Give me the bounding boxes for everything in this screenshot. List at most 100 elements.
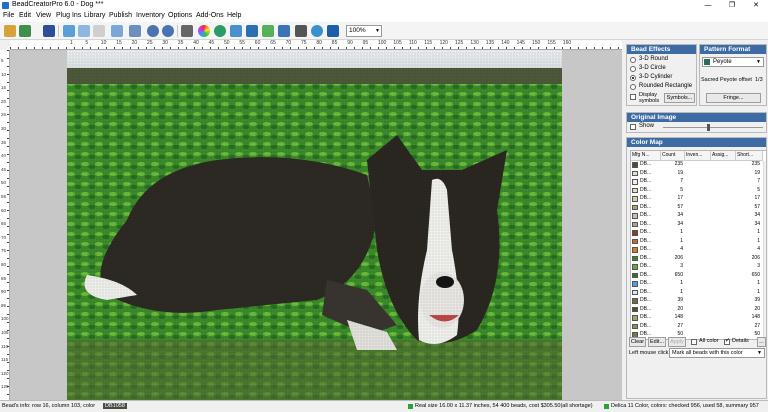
- menu-options[interactable]: Options: [168, 12, 192, 19]
- ruler-tick-label: 120: [1, 370, 9, 376]
- col-assigned[interactable]: Assig...: [711, 151, 736, 161]
- cell-shortage: 235: [751, 161, 760, 167]
- radio-3d-round[interactable]: [630, 57, 636, 63]
- sacred-peyote-offset-value[interactable]: 1/3: [755, 77, 763, 83]
- maximize-button[interactable]: ❐: [722, 0, 742, 11]
- table-row[interactable]: DB... 1 1: [631, 238, 761, 246]
- clear-button[interactable]: Clear: [629, 337, 646, 347]
- menu-library[interactable]: Library: [84, 12, 105, 19]
- table-row[interactable]: DB... 5 5: [631, 187, 761, 195]
- radio-rounded-rectangle[interactable]: [630, 84, 636, 90]
- menu-view[interactable]: View: [36, 12, 51, 19]
- menu-edit[interactable]: Edit: [19, 12, 31, 19]
- print-preview-icon[interactable]: [111, 25, 123, 37]
- symbols-button[interactable]: Symbols...: [664, 93, 695, 103]
- show-original-checkbox[interactable]: [630, 124, 636, 130]
- settings-icon[interactable]: [311, 25, 323, 37]
- left-click-label: Left mouse click: [629, 350, 669, 356]
- radio-3d-circle[interactable]: [630, 66, 636, 72]
- table-row[interactable]: DB... 206 206: [631, 255, 761, 263]
- ruler-tick-label: 30: [1, 126, 7, 131]
- bead-pattern-canvas[interactable]: [67, 50, 562, 400]
- table-row[interactable]: DB... 27 27: [631, 323, 761, 331]
- ruler-tick-label: 90: [347, 40, 353, 46]
- new-pattern-icon[interactable]: [4, 25, 16, 37]
- col-count[interactable]: Count: [661, 151, 685, 161]
- apply-button[interactable]: Apply: [668, 337, 686, 347]
- opacity-slider-track[interactable]: [663, 127, 763, 128]
- col-mfg-number[interactable]: Mfg N...: [631, 151, 661, 161]
- cell-count: 34: [677, 220, 683, 227]
- minimize-button[interactable]: —: [698, 0, 718, 11]
- menu-file[interactable]: File: [3, 12, 14, 19]
- color-status-icon: [604, 404, 609, 409]
- table-row[interactable]: DB... 7 7: [631, 178, 761, 186]
- left-click-action-select[interactable]: Mark all beads with this color ▼: [669, 348, 765, 358]
- left-click-action-value: Mark all beads with this color: [672, 350, 743, 356]
- table-row[interactable]: DB... 39 39: [631, 297, 761, 305]
- bead-effect-icon[interactable]: [214, 25, 226, 37]
- ruler-tick-label: 15: [1, 85, 7, 91]
- table-row[interactable]: DB... 17 17: [631, 195, 761, 203]
- color-summary: Delica 11 Color, colors: checked 956, us…: [611, 403, 759, 409]
- more-options-button[interactable]: ...: [757, 337, 766, 347]
- color-map-scrollbar[interactable]: [763, 161, 766, 339]
- table-row[interactable]: DB... 34 34: [631, 212, 761, 220]
- radio-3d-cylinder[interactable]: [630, 75, 636, 81]
- menu-addons[interactable]: Add-Ons: [196, 12, 224, 19]
- print-icon[interactable]: [129, 25, 141, 37]
- undo-icon[interactable]: [147, 25, 159, 37]
- display-symbols-checkbox[interactable]: [630, 94, 636, 100]
- table-row[interactable]: DB... 148 148: [631, 314, 761, 322]
- ruler-tick-label: 150: [532, 40, 541, 46]
- copy-icon[interactable]: [93, 25, 105, 37]
- save-icon[interactable]: [43, 25, 55, 37]
- cell-count: 17: [677, 195, 683, 201]
- text-icon[interactable]: [278, 25, 290, 37]
- cell-mfg: DB...: [640, 288, 652, 295]
- import-icon[interactable]: [63, 25, 75, 37]
- all-color-checkbox[interactable]: [691, 339, 697, 345]
- pattern-format-select[interactable]: Peyote ▼: [702, 57, 764, 67]
- grid-icon[interactable]: [181, 25, 193, 37]
- columns-icon[interactable]: [262, 25, 274, 37]
- open-image-icon[interactable]: [19, 25, 31, 37]
- real-size-info: Real size 16.00 x 11.37 inches, 54 400 b…: [415, 403, 593, 409]
- fit-window-icon[interactable]: [327, 25, 339, 37]
- table-row[interactable]: DB... 3 3: [631, 263, 761, 271]
- export-icon[interactable]: [78, 25, 90, 37]
- menu-plugins[interactable]: Plug Ins: [56, 12, 81, 19]
- library-icon[interactable]: [246, 25, 258, 37]
- opacity-slider-thumb[interactable]: [707, 124, 710, 131]
- palette-icon[interactable]: [230, 25, 242, 37]
- table-row[interactable]: DB... 20 20: [631, 306, 761, 314]
- col-inventory[interactable]: Inven...: [685, 151, 711, 161]
- all-color-label: All color: [699, 338, 719, 344]
- fringe-button[interactable]: Fringe...: [706, 93, 761, 103]
- table-row[interactable]: DB... 4 4: [631, 246, 761, 254]
- table-row[interactable]: DB... 235 235: [631, 161, 761, 169]
- edit-button[interactable]: Edit...: [648, 337, 666, 347]
- menu-inventory[interactable]: Inventory: [136, 12, 165, 19]
- table-row[interactable]: DB... 34 34: [631, 221, 761, 229]
- table-row[interactable]: DB... 1 1: [631, 289, 761, 297]
- color-map-table[interactable]: Mfg N... Count Inven... Assig... Short..…: [630, 150, 767, 340]
- pattern-canvas-area[interactable]: [10, 50, 622, 400]
- table-row[interactable]: DB... 57 57: [631, 204, 761, 212]
- table-row[interactable]: DB... 1 1: [631, 229, 761, 237]
- camera-icon[interactable]: [295, 25, 307, 37]
- menu-publish[interactable]: Publish: [109, 12, 132, 19]
- col-shortage[interactable]: Short...: [736, 151, 763, 161]
- table-row[interactable]: DB... 650 650: [631, 272, 761, 280]
- close-button[interactable]: ✕: [746, 0, 766, 11]
- ruler-tick-label: 70: [285, 40, 292, 46]
- menu-help[interactable]: Help: [227, 12, 241, 19]
- cell-count: 1: [680, 237, 683, 244]
- zoom-select[interactable]: 100% ▼: [346, 25, 382, 37]
- ruler-tick-label: 85: [1, 275, 7, 281]
- redo-icon[interactable]: [162, 25, 174, 37]
- cell-shortage: 7: [757, 178, 760, 184]
- table-row[interactable]: DB... 1 1: [631, 280, 761, 288]
- table-row[interactable]: DB... 19 19: [631, 170, 761, 178]
- color-wheel-icon[interactable]: [198, 25, 210, 37]
